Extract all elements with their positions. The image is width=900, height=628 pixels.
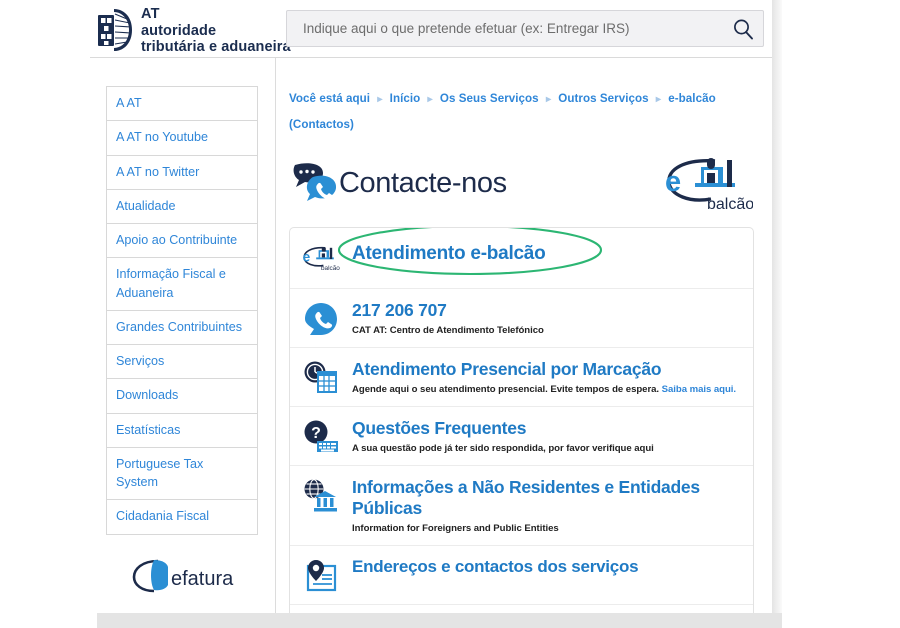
page-right-shadow [772, 0, 782, 614]
efatura-wordmark: efatura [171, 568, 234, 590]
breadcrumb-item-outros-servicos[interactable]: Outros Serviços [558, 92, 648, 105]
service-body: Atendimento e-balcão [352, 243, 753, 266]
chevron-right-icon: ▸ [427, 94, 433, 105]
at-logo[interactable]: AT autoridade tributária e aduaneira [94, 6, 291, 56]
service-title: Endereços e contactos dos serviços [352, 557, 639, 576]
service-row-atendimento-presencial[interactable]: Atendimento Presencial por Marcação Agen… [290, 348, 753, 407]
chevron-right-icon: ▸ [655, 94, 661, 105]
question-keyboard-icon: ? [304, 420, 338, 452]
efatura-logo[interactable]: efatura [106, 557, 258, 600]
service-icon-wrap: e balcão [290, 243, 352, 273]
service-subtitle: CAT AT: Centro de Atendimento Telefónico [352, 325, 544, 336]
svg-text:balcão: balcão [707, 196, 753, 213]
service-title: 217 206 707 [352, 300, 447, 320]
service-title: Questões Frequentes [352, 418, 527, 438]
service-row-telefone[interactable]: 217 206 707 CAT AT: Centro de Atendiment… [290, 289, 753, 348]
sidebar-item-servicos[interactable]: Serviços [107, 345, 257, 380]
logo-line-1: AT [141, 6, 160, 22]
sidebar-item-a-at[interactable]: A AT [107, 87, 257, 122]
service-icon-wrap [290, 359, 352, 395]
service-icon-wrap [290, 477, 352, 513]
service-title: Atendimento Presencial por Marcação [352, 359, 662, 379]
chat-phone-icon [293, 163, 337, 201]
service-subtitle: Agende aqui o seu atendimento presencial… [352, 384, 743, 395]
service-icon-wrap [290, 300, 352, 336]
breadcrumb-item-os-seus-servicos[interactable]: Os Seus Serviços [440, 92, 539, 105]
at-logo-text: AT autoridade tributária e aduaneira [141, 6, 291, 56]
sidebar-item-grandes-contribuintes[interactable]: Grandes Contribuintes [107, 310, 257, 345]
ebalcao-logo-icon: e balcão [665, 158, 753, 213]
ebalcao-icon: e balcão [303, 246, 340, 272]
sidebar: A AT A AT no Youtube A AT no Twitter Atu… [106, 86, 258, 628]
service-subtitle: Information for Foreigners and Public En… [352, 523, 559, 534]
sidebar-item-downloads[interactable]: Downloads [107, 379, 257, 414]
main-content: Você está aqui ▸ Início ▸ Os Seus Serviç… [289, 86, 757, 628]
svg-text:balcão: balcão [321, 265, 340, 272]
chevron-right-icon: ▸ [545, 94, 552, 105]
portugal-shield-icon [98, 9, 132, 52]
service-row-enderecos-contactos[interactable]: Endereços e contactos dos serviços [290, 546, 753, 605]
sidebar-item-portuguese-tax-system[interactable]: Portuguese Tax System [107, 447, 257, 501]
breadcrumb-prefix: Você está aqui [289, 92, 371, 105]
svg-text:?: ? [311, 425, 321, 442]
map-pin-document-icon [306, 560, 337, 592]
svg-text:e: e [665, 166, 681, 198]
service-row-nao-residentes[interactable]: Informações a Não Residentes e Entidades… [290, 466, 753, 546]
page-bottom-bar [97, 613, 782, 628]
search-input[interactable] [301, 11, 721, 46]
service-body: 217 206 707 CAT AT: Centro de Atendiment… [352, 300, 753, 336]
sidebar-item-atualidade[interactable]: Atualidade [107, 189, 257, 224]
globe-bank-icon [304, 479, 337, 512]
column-divider [275, 58, 276, 614]
service-row-questoes-frequentes[interactable]: ? Questões Frequentes A sua questão pode… [290, 407, 753, 466]
search-box[interactable] [286, 10, 764, 47]
site-header: AT autoridade tributária e aduaneira [90, 0, 772, 58]
page-title-row: Contacte-nos e balcão [289, 151, 757, 223]
sidebar-item-estatisticas[interactable]: Estatísticas [107, 413, 257, 448]
sidebar-menu: A AT A AT no Youtube A AT no Twitter Atu… [106, 86, 258, 535]
page-root: AT autoridade tributária e aduaneira Ind… [0, 0, 900, 628]
logo-line-3: tributária e aduaneira [141, 39, 291, 56]
services-card: e balcão Atendimento e-balcão 217 206 70… [289, 227, 754, 628]
search-icon [734, 19, 753, 40]
svg-text:e: e [303, 249, 311, 264]
service-row-atendimento-e-balcao[interactable]: e balcão Atendimento e-balcão [290, 228, 753, 289]
calendar-clock-icon [304, 361, 337, 393]
page-title: Contacte-nos [339, 167, 507, 199]
service-title: Informações a Não Residentes e Entidades… [352, 477, 700, 518]
service-icon-wrap: ? [290, 418, 352, 454]
page-sheet: AT autoridade tributária e aduaneira Ind… [90, 0, 772, 628]
logo-line-2: autoridade [141, 22, 217, 39]
chevron-right-icon: ▸ [377, 94, 383, 105]
sidebar-item-apoio-ao-contribuinte[interactable]: Apoio ao Contribuinte [107, 224, 257, 259]
service-subtitle: A sua questão pode já ter sido respondid… [352, 443, 654, 454]
breadcrumb: Você está aqui ▸ Início ▸ Os Seus Serviç… [289, 86, 757, 137]
phone-icon [305, 303, 337, 335]
service-body: Atendimento Presencial por Marcação Agen… [352, 359, 753, 395]
sidebar-item-a-at-no-twitter[interactable]: A AT no Twitter [107, 155, 257, 190]
breadcrumb-item-inicio[interactable]: Início [390, 92, 421, 105]
search-button[interactable] [731, 17, 755, 41]
service-body: Informações a Não Residentes e Entidades… [352, 477, 753, 534]
service-title: Atendimento e-balcão [352, 243, 546, 264]
service-body: Questões Frequentes A sua questão pode j… [352, 418, 753, 454]
efatura-logo-icon: efatura [132, 559, 234, 592]
service-subtitle-text: Agende aqui o seu atendimento presencial… [352, 384, 662, 395]
service-body: Endereços e contactos dos serviços [352, 557, 753, 577]
service-link-saiba-mais[interactable]: Saiba mais aqui. [662, 384, 736, 395]
sidebar-item-cidadania-fiscal[interactable]: Cidadania Fiscal [107, 500, 257, 535]
sidebar-item-informacao-fiscal-e-aduaneira[interactable]: Informação Fiscal e Aduaneira [107, 258, 257, 311]
sidebar-item-a-at-no-youtube[interactable]: A AT no Youtube [107, 121, 257, 156]
service-icon-wrap [290, 557, 352, 593]
